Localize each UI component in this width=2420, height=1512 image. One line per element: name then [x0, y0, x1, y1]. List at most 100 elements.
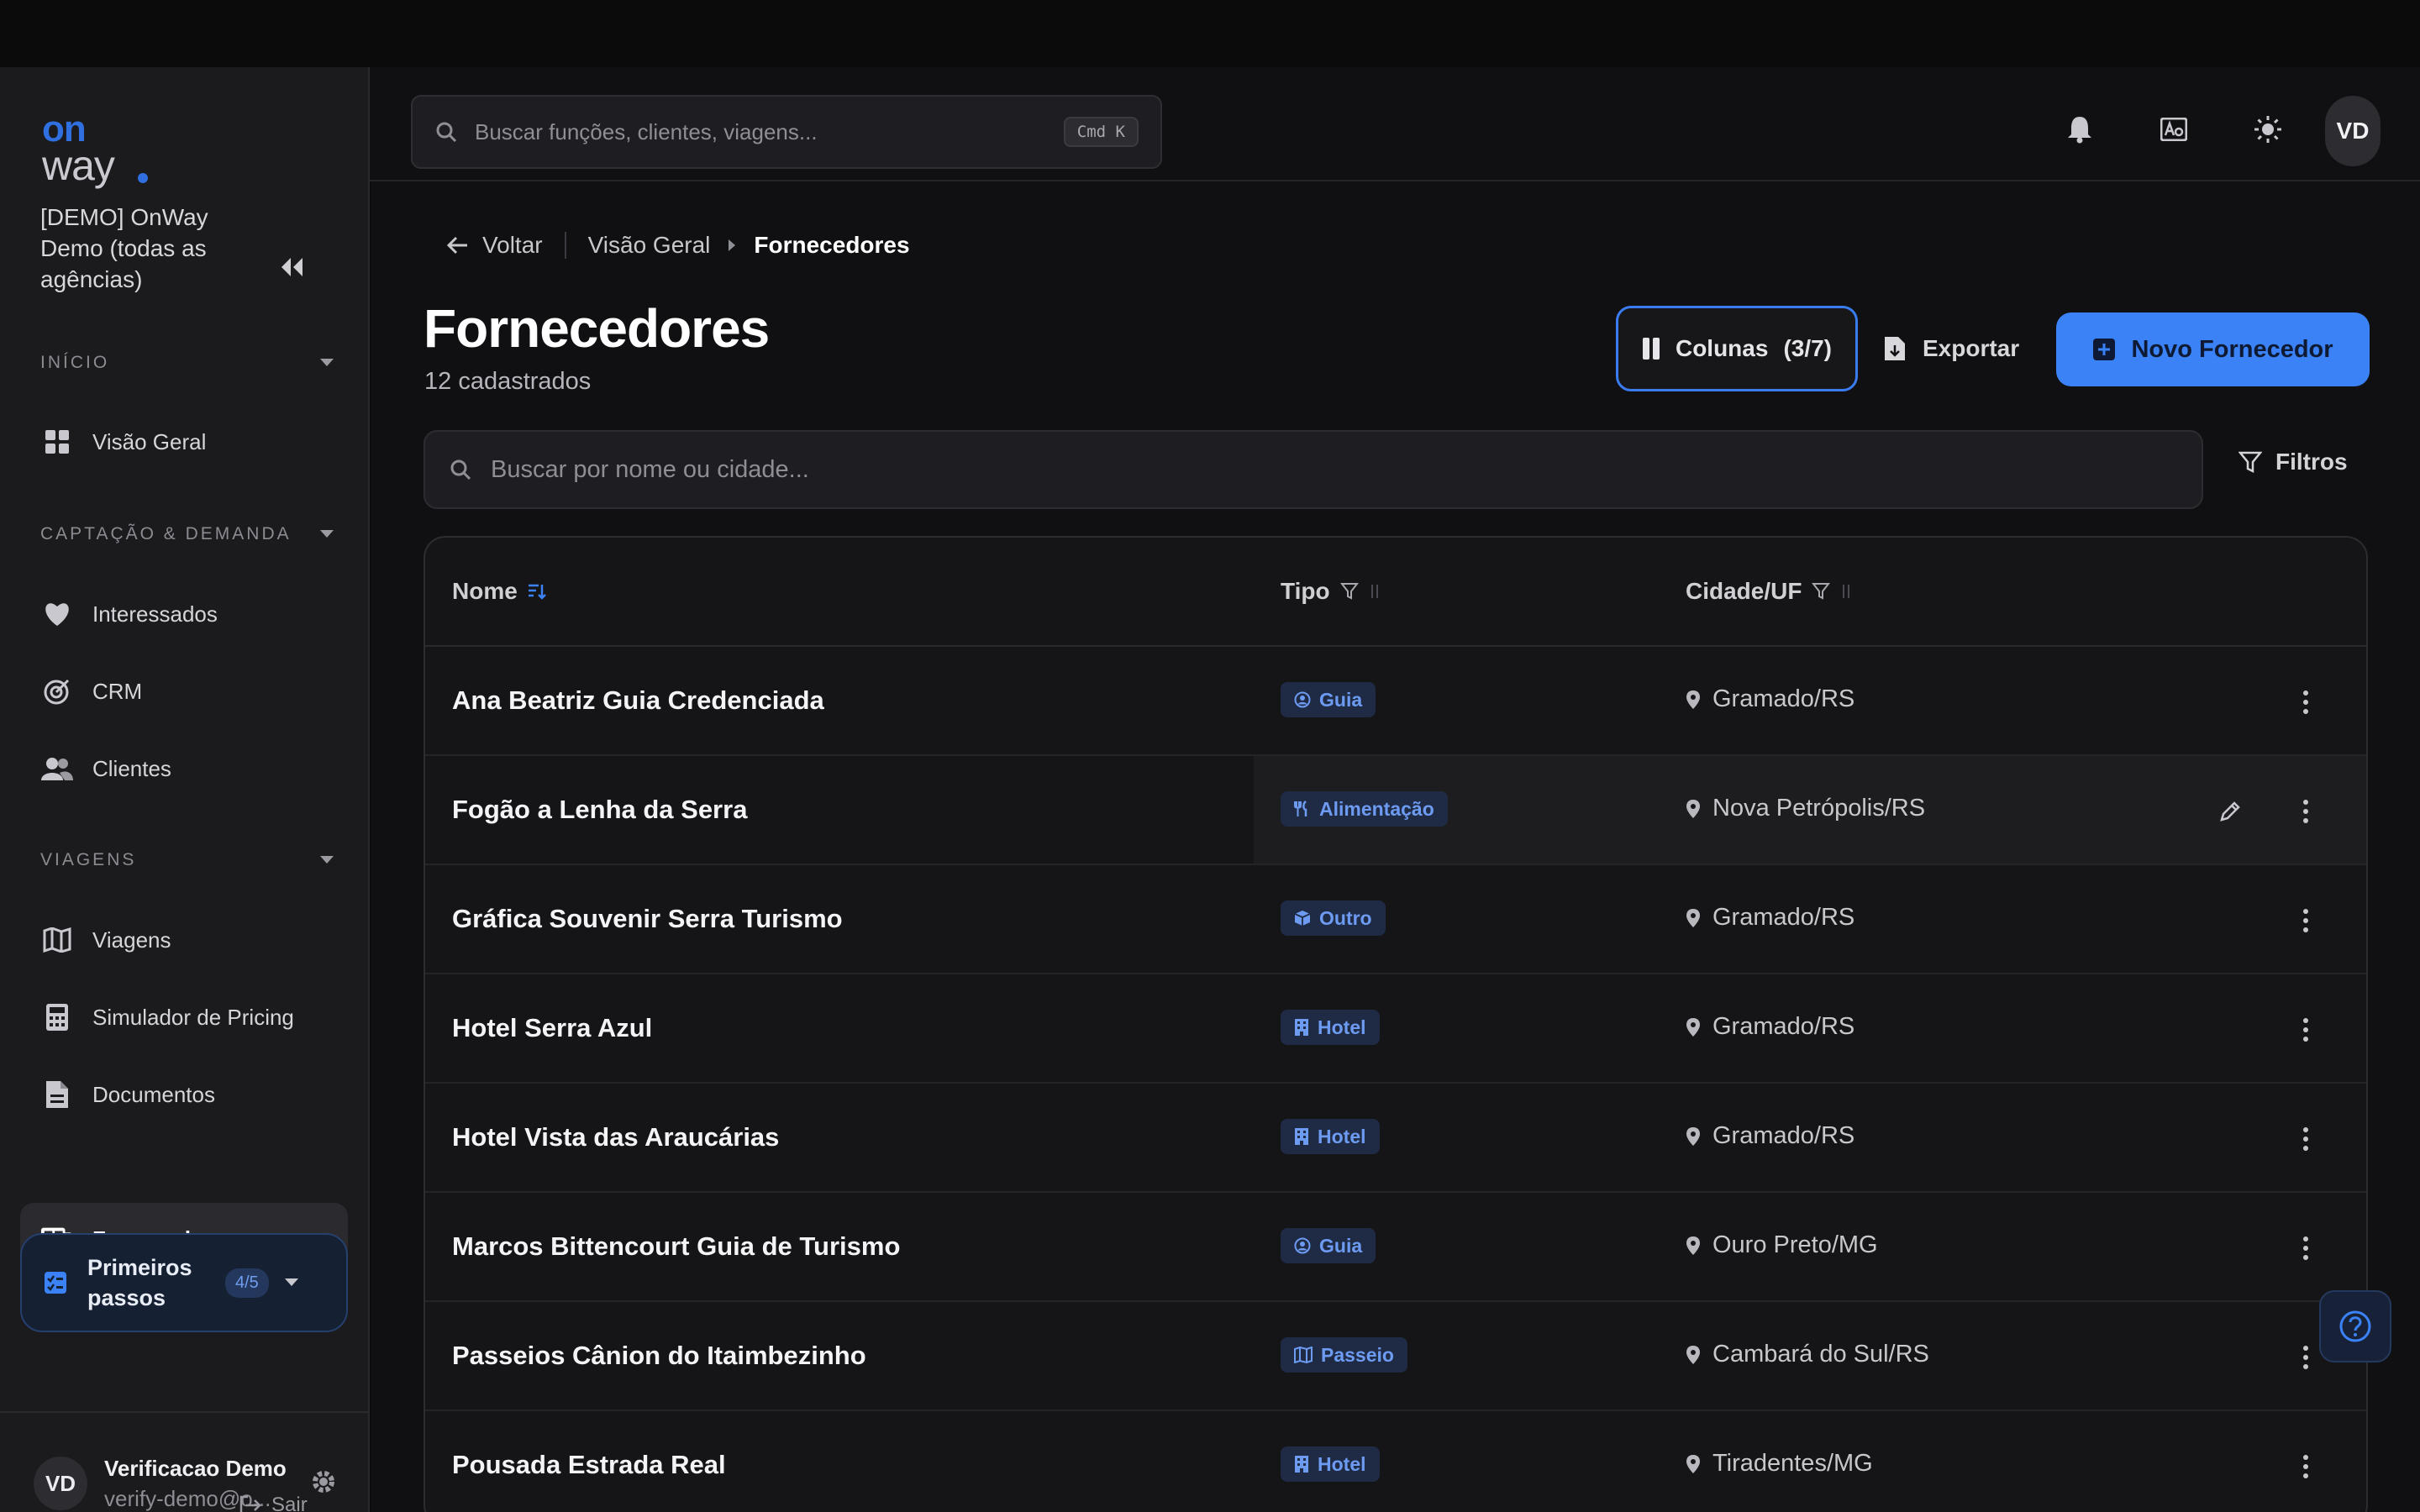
row-actions-button[interactable]	[2289, 1011, 2323, 1048]
sidebar-item-visao-geral[interactable]: Visão Geral	[20, 406, 348, 478]
help-button[interactable]	[2319, 1290, 2391, 1362]
supplier-name[interactable]: Pousada Estrada Real	[452, 1450, 726, 1480]
row-actions-button[interactable]	[2289, 1339, 2323, 1376]
theme-toggle-button[interactable]	[2243, 104, 2293, 155]
text-size-icon	[2160, 118, 2187, 141]
onway-logo[interactable]: on way	[42, 111, 151, 186]
search-placeholder: Buscar por nome ou cidade...	[491, 455, 809, 483]
table-row[interactable]: Hotel Serra Azul Hotel Gramado/RS	[425, 974, 2366, 1084]
row-actions-button[interactable]	[2289, 902, 2323, 939]
table-row[interactable]: Gráfica Souvenir Serra Turismo Outro Grama…	[425, 865, 2366, 974]
map-pin-icon	[1686, 1017, 1701, 1037]
sidebar-item-clientes[interactable]: Clientes	[20, 732, 348, 805]
search-icon	[450, 459, 471, 480]
row-actions-button[interactable]	[2289, 793, 2323, 830]
global-search-input[interactable]: Buscar funções, clientes, viagens... Cmd…	[411, 95, 1162, 169]
collapse-sidebar-button[interactable]	[271, 250, 313, 284]
row-actions-button[interactable]	[2289, 1230, 2323, 1267]
row-actions-button[interactable]	[2289, 1448, 2323, 1485]
sidebar-item-simulador[interactable]: Simulador de Pricing	[20, 981, 348, 1053]
target-icon	[40, 675, 74, 708]
breadcrumb-divider	[564, 232, 566, 259]
columns-count: (3/7)	[1783, 335, 1833, 361]
section-header-captacao[interactable]: CAPTAÇÃO & DEMANDA	[40, 524, 334, 544]
supplier-type-badge: Outro	[1281, 900, 1386, 936]
columns-icon	[1642, 338, 1660, 360]
table-row[interactable]: Ana Beatriz Guia Credenciada Guia Gramado/…	[425, 647, 2366, 756]
sidebar-divider	[0, 1411, 370, 1413]
filters-button[interactable]: Filtros	[2238, 449, 2348, 475]
more-vertical-icon	[2302, 1017, 2309, 1042]
organization-name[interactable]: [DEMO] OnWay Demo (todas as agências)	[40, 202, 250, 295]
city-label: Tiradentes/MG	[1712, 1450, 1873, 1477]
map-pin-icon	[1686, 690, 1701, 710]
edit-button[interactable]	[2213, 795, 2247, 828]
table-row[interactable]: Pousada Estrada Real Hotel Tiradentes/MG	[425, 1411, 2366, 1512]
table-row[interactable]: Fogão a Lenha da Serra Alimentação Nova Pe…	[425, 756, 2366, 865]
column-header-type[interactable]: Tipo	[1281, 578, 1381, 605]
map-icon	[40, 923, 74, 957]
columns-button[interactable]: Colunas (3/7)	[1616, 306, 1858, 391]
file-download-icon	[1885, 337, 1905, 360]
building-icon	[1294, 1018, 1309, 1037]
supplier-type-badge: Passeio	[1281, 1337, 1407, 1373]
map-pin-icon	[1686, 1236, 1701, 1256]
supplier-name[interactable]: Hotel Vista das Araucárias	[452, 1122, 779, 1152]
back-button[interactable]: Voltar	[447, 232, 543, 259]
map-pin-icon	[1686, 1345, 1701, 1365]
double-chevron-left-icon	[281, 258, 302, 276]
row-actions-button[interactable]	[2289, 1121, 2323, 1158]
first-steps-card[interactable]: Primeiros passos 4/5	[20, 1233, 348, 1332]
breadcrumb-parent-link[interactable]: Visão Geral	[588, 232, 711, 259]
more-vertical-icon	[2302, 1236, 2309, 1261]
supplier-city: Gramado/RS	[1686, 904, 1854, 932]
user-name: Verificacao Demo	[104, 1456, 287, 1481]
section-header-inicio[interactable]: INÍCIO	[40, 353, 334, 373]
column-header-city[interactable]: Cidade/UF	[1686, 578, 1852, 605]
columns-label: Colunas	[1675, 335, 1769, 361]
supplier-type-label: Hotel	[1318, 1452, 1366, 1475]
logout-button[interactable]: Sair	[239, 1494, 308, 1512]
notifications-button[interactable]	[2054, 104, 2105, 155]
caret-down-icon	[320, 856, 334, 864]
table-row[interactable]: Marcos Bittencourt Guia de Turismo Guia Ou…	[425, 1193, 2366, 1302]
logout-icon	[239, 1495, 261, 1512]
sidebar-item-label: Visão Geral	[92, 428, 207, 454]
city-label: Nova Petrópolis/RS	[1712, 795, 1926, 822]
sidebar-item-documentos[interactable]: Documentos	[20, 1058, 348, 1131]
map-pin-icon	[1686, 799, 1701, 819]
section-header-viagens[interactable]: VIAGENS	[40, 850, 334, 870]
city-label: Gramado/RS	[1712, 1013, 1855, 1040]
sidebar-item-interessados[interactable]: Interessados	[20, 578, 348, 650]
supplier-name[interactable]: Ana Beatriz Guia Credenciada	[452, 685, 824, 716]
more-vertical-icon	[2302, 799, 2309, 824]
user-avatar-button[interactable]: VD	[2325, 96, 2381, 166]
supplier-type-badge: Hotel	[1281, 1010, 1380, 1045]
new-supplier-label: Novo Fornecedor	[2131, 335, 2333, 363]
table-row[interactable]: Passeios Cânion do Itaimbezinho Passeio Ca…	[425, 1302, 2366, 1411]
supplier-name[interactable]: Passeios Cânion do Itaimbezinho	[452, 1341, 866, 1371]
caret-down-icon	[284, 1278, 298, 1286]
column-header-name[interactable]: Nome	[452, 578, 546, 605]
caret-right-icon	[729, 239, 736, 251]
supplier-city: Gramado/RS	[1686, 1122, 1854, 1150]
supplier-name[interactable]: Fogão a Lenha da Serra	[452, 795, 747, 825]
export-button[interactable]: Exportar	[1884, 314, 2019, 383]
map-icon	[1294, 1347, 1313, 1363]
row-actions-button[interactable]	[2289, 684, 2323, 721]
settings-gear-button[interactable]	[311, 1469, 336, 1499]
bell-icon	[2068, 117, 2091, 144]
column-label: Nome	[452, 578, 518, 604]
supplier-search-input[interactable]: Buscar por nome ou cidade...	[424, 430, 2203, 509]
suppliers-table: Nome Tipo Cidade/UF Ana Beatriz Guia Cre…	[424, 536, 2368, 1512]
first-steps-label: Primeiros passos	[87, 1255, 192, 1310]
supplier-name[interactable]: Gráfica Souvenir Serra Turismo	[452, 904, 843, 934]
font-size-button[interactable]	[2149, 104, 2199, 155]
sidebar-item-viagens[interactable]: Viagens	[20, 904, 348, 976]
table-row[interactable]: Hotel Vista das Araucárias Hotel Gramado/R…	[425, 1084, 2366, 1193]
new-supplier-button[interactable]: Novo Fornecedor	[2056, 312, 2370, 386]
sidebar-item-crm[interactable]: CRM	[20, 655, 348, 727]
map-pin-icon	[1686, 1126, 1701, 1147]
supplier-name[interactable]: Marcos Bittencourt Guia de Turismo	[452, 1231, 900, 1262]
supplier-name[interactable]: Hotel Serra Azul	[452, 1013, 652, 1043]
